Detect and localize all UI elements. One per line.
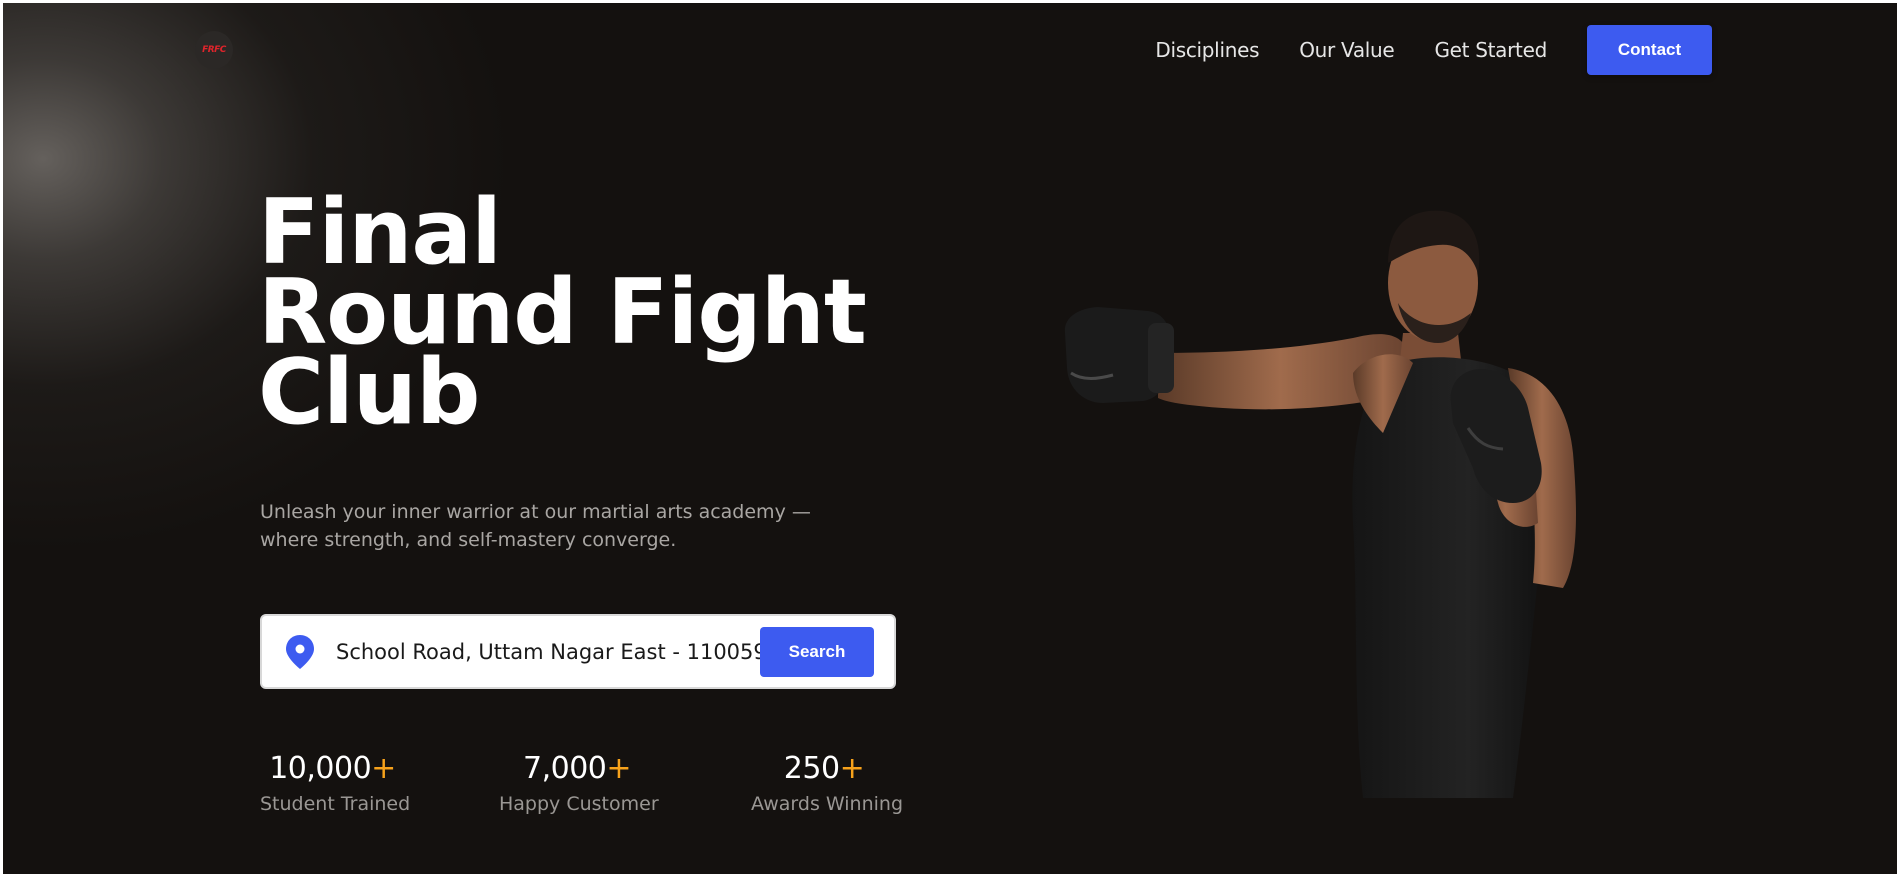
logo[interactable]: FRFC xyxy=(195,31,233,69)
nav-link-disciplines[interactable]: Disciplines xyxy=(1155,38,1259,62)
page-frame: FRFC Disciplines Our Value Get Started C… xyxy=(0,0,1900,877)
stat-value: 10,000+ xyxy=(269,751,396,786)
stat-value: 250+ xyxy=(783,751,865,786)
hero-title: Final Round Fight Club xyxy=(258,188,867,445)
hero-title-line-3: Club xyxy=(258,340,480,445)
nav-link-our-value[interactable]: Our Value xyxy=(1299,38,1395,62)
search-button[interactable]: Search xyxy=(760,626,874,677)
stat-label: Student Trained xyxy=(260,793,411,815)
nav-link-get-started[interactable]: Get Started xyxy=(1434,38,1547,62)
logo-text: FRFC xyxy=(202,45,226,55)
stat-awards-winning: 250+ Awards Winning xyxy=(751,749,903,815)
stat-label: Happy Customer xyxy=(499,793,659,815)
location-search-bar: School Road, Uttam Nagar East - 110059 S… xyxy=(260,614,896,689)
map-pin-icon xyxy=(284,633,318,671)
main-nav: Disciplines Our Value Get Started Contac… xyxy=(1155,25,1712,75)
stat-value: 7,000+ xyxy=(522,751,632,786)
hero-subtitle: Unleash your inner warrior at our martia… xyxy=(260,501,811,551)
location-field[interactable]: School Road, Uttam Nagar East - 110059 xyxy=(336,640,760,664)
stat-happy-customer: 7,000+ Happy Customer xyxy=(499,749,659,815)
fighter-image xyxy=(1064,210,1576,798)
stat-label: Awards Winning xyxy=(751,793,903,815)
contact-button[interactable]: Contact xyxy=(1587,25,1712,75)
stat-students-trained: 10,000+ Student Trained xyxy=(260,749,411,815)
